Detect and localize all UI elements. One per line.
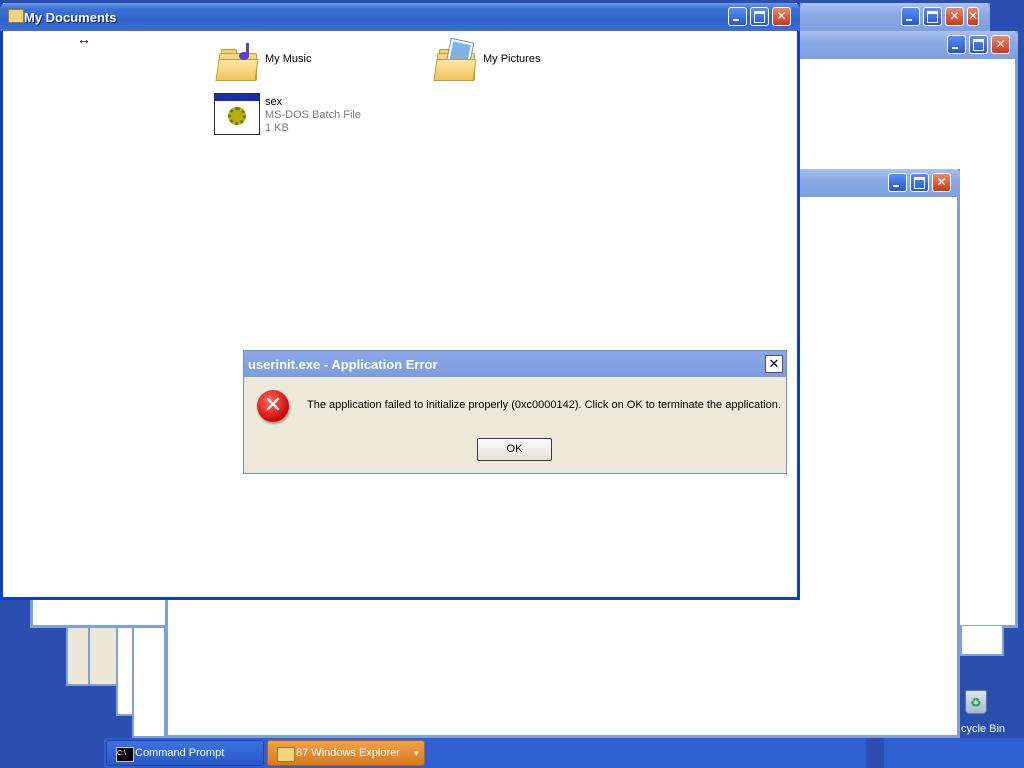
close-icon: ✕ [995,37,1006,51]
maximize-icon [973,39,984,51]
taskbar-button-label: Command Prompt [135,747,225,759]
close-button[interactable]: ✕ [967,7,979,26]
maximize-button[interactable] [910,173,929,192]
error-icon: ✕ [257,390,289,422]
dialog-message: The application failed to initialize pro… [307,399,781,411]
maximize-icon [927,11,938,23]
item-name[interactable]: sex [265,96,282,108]
maximize-button[interactable] [923,7,942,26]
folder-icon [277,747,295,762]
close-icon: ✕ [936,175,947,189]
close-button[interactable]: ✕ [991,35,1010,54]
taskbar-button-command-prompt[interactable]: C:\ Command Prompt [106,740,264,766]
chevron-down-icon[interactable]: ▾ [414,741,419,765]
ok-button[interactable]: OK [477,438,552,461]
command-prompt-icon: C:\ [116,747,134,762]
close-button[interactable]: ✕ [945,7,964,26]
application-error-dialog[interactable]: userinit.exe - Application Error ✕ ✕ The… [243,350,787,474]
minimize-button[interactable] [947,35,966,54]
maximize-button[interactable] [750,7,769,26]
minimize-icon [893,185,899,187]
item-name[interactable]: My Music [265,53,311,65]
folder-pictures-icon[interactable] [433,38,477,81]
minimize-button[interactable] [901,7,920,26]
window-titlebar[interactable]: ✕ ✕ [800,3,990,31]
minimize-icon [952,47,958,49]
folder-music-icon[interactable] [215,43,259,81]
window-titlebar[interactable]: My Documents ✕ [0,3,800,31]
my-documents-window[interactable]: My Documents ✕ ↔ My Music My Pictures se… [0,3,800,600]
maximize-icon [914,177,925,189]
taskbar-left-area [0,738,104,768]
minimize-button[interactable] [888,173,907,192]
minimize-icon [906,19,912,21]
dialog-close-button[interactable]: ✕ [765,355,783,373]
taskbar: C:\ Command Prompt 87 Windows Explorer ▾ [0,738,1024,768]
folder-icon [8,9,24,23]
taskbar-button-windows-explorer-group[interactable]: 87 Windows Explorer ▾ [267,740,425,766]
close-button[interactable]: ✕ [932,173,951,192]
background-window-edge [960,626,1004,656]
close-button[interactable]: ✕ [772,7,791,26]
close-icon: ✕ [768,356,780,371]
recycle-bin-icon[interactable]: ♻ [962,686,988,714]
close-icon: ✕ [949,9,960,23]
maximize-icon [754,11,765,23]
resize-cursor-icon: ↔ [77,31,91,47]
window-title: My Documents [24,10,117,25]
minimize-button[interactable] [728,7,747,26]
close-icon: ✕ [968,9,979,23]
dialog-titlebar[interactable]: userinit.exe - Application Error ✕ [244,351,786,377]
minimize-icon [733,19,739,21]
maximize-button[interactable] [969,35,988,54]
batch-file-icon[interactable] [214,93,260,135]
taskbar-divider [866,738,884,768]
item-name[interactable]: My Pictures [483,53,540,65]
dialog-title: userinit.exe - Application Error [248,357,438,372]
item-size: 1 KB [265,122,289,134]
taskbar-button-label: 87 Windows Explorer [296,747,400,759]
item-type: MS-DOS Batch File [265,109,361,121]
close-icon: ✕ [776,9,787,23]
recycle-bin-label[interactable]: cycle Bin [961,723,1005,735]
